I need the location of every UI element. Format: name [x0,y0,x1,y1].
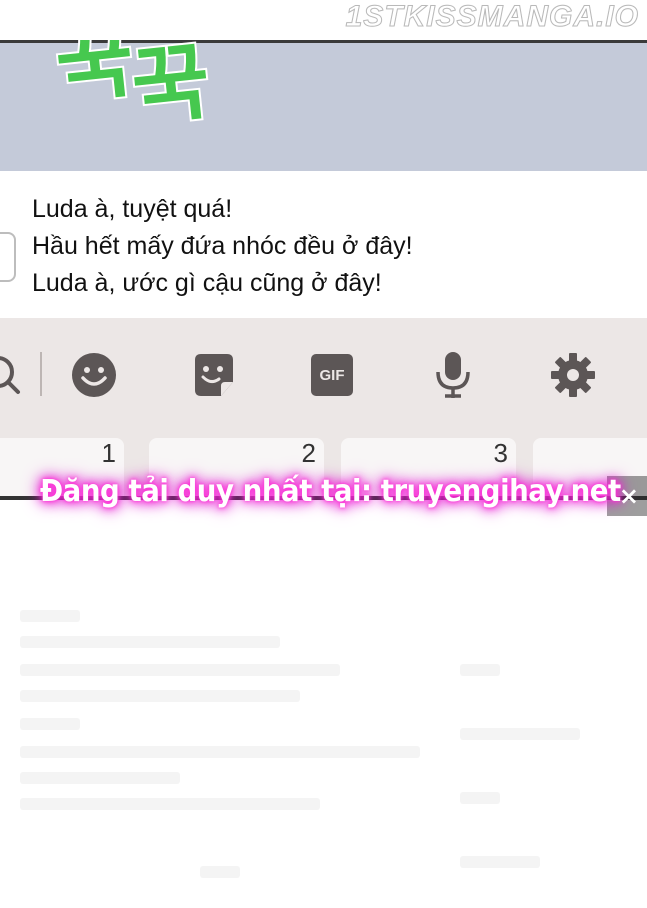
ghost-line [20,690,300,702]
ghost-line [20,798,320,810]
ghost-line [20,746,420,758]
ghost-line [20,718,80,730]
sfx-char-1: 꾹 [49,40,136,117]
sound-effect-area: 꾹꾹 [0,40,647,171]
message-text: Luda à, tuyệt quá! Hầu hết mấy đứa nhóc … [32,191,413,302]
ghost-line [460,856,540,868]
close-icon[interactable]: × [619,476,639,516]
banner-text: Đăng tải duy nhất tại: truyengihay.net [40,474,621,509]
keyboard-toolbar: GIF [0,318,647,438]
ghost-line [20,636,280,648]
ghost-line [20,772,180,784]
sfx-char-2: 꾹 [125,40,212,140]
upload-source-banner: Đăng tải duy nhất tại: truyengihay.net × [0,472,647,526]
gif-icon[interactable]: GIF [311,354,353,396]
message-line-3: Luda à, ước gì cậu cũng ở đây! [32,269,382,297]
key-3-label: 3 [493,438,508,468]
ghost-line [460,728,580,740]
sound-effect-text: 꾹꾹 [49,40,212,140]
faded-background-text [0,560,647,908]
key-1-label: 1 [101,438,116,468]
ghost-line [20,664,340,676]
sticker-icon[interactable] [191,352,237,398]
ghost-line [20,610,80,622]
site-watermark: 1STKISSMANGA.IO [345,0,639,34]
search-icon[interactable] [0,352,24,398]
ghost-line [460,792,500,804]
microphone-icon[interactable] [430,352,476,398]
toolbar-divider [40,352,42,396]
key-2-label: 2 [301,438,316,468]
message-line-1: Luda à, tuyệt quá! [32,195,233,223]
phone-screen: 꾹꾹 Luda à, tuyệt quá! Hầu hết mấy đứa nh… [0,40,647,500]
ghost-line [200,866,240,878]
settings-icon[interactable] [550,352,596,398]
input-box-edge[interactable] [0,232,16,282]
ghost-line [460,664,500,676]
message-line-2: Hầu hết mấy đứa nhóc đều ở đây! [32,232,413,260]
message-compose-area[interactable]: Luda à, tuyệt quá! Hầu hết mấy đứa nhóc … [0,171,647,318]
emoji-icon[interactable] [71,352,117,398]
gif-label: GIF [319,366,345,384]
